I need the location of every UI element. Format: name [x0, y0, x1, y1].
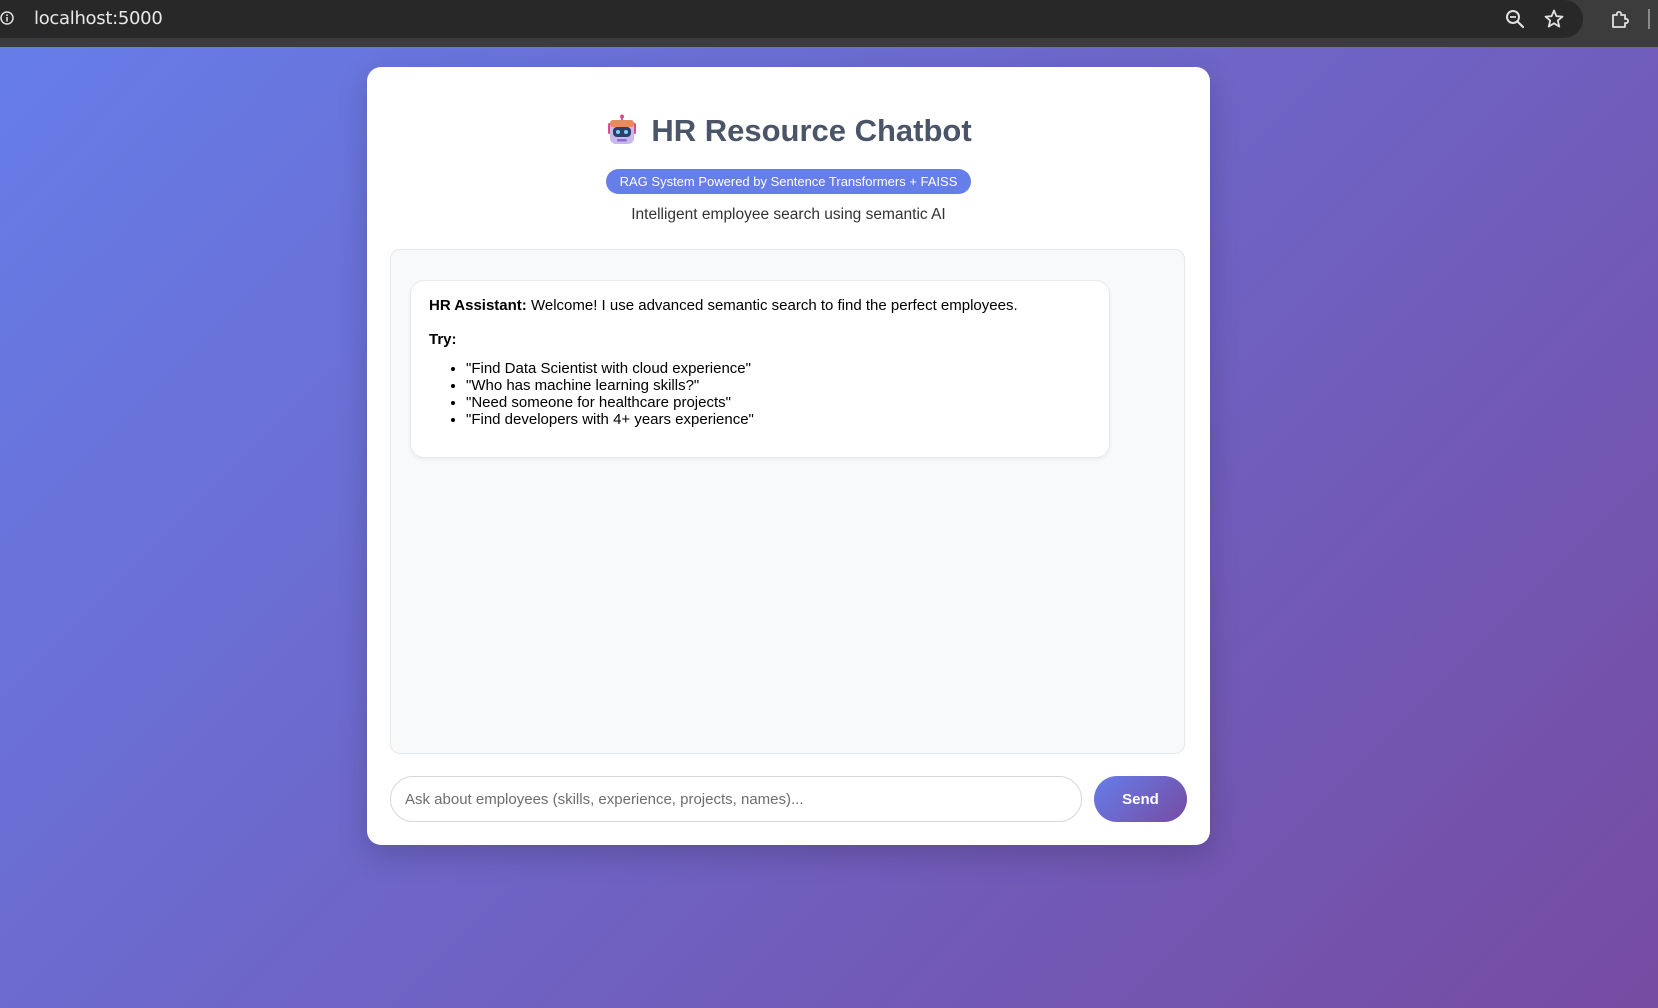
star-icon[interactable] [1543, 8, 1565, 30]
info-icon[interactable] [0, 11, 14, 25]
message-sender: HR Assistant: [429, 297, 527, 314]
chatbot-card: HR Resource Chatbot RAG System Powered b… [367, 67, 1210, 845]
suggestion-item: "Who has machine learning skills?" [466, 377, 1091, 394]
tech-badge: RAG System Powered by Sentence Transform… [605, 169, 972, 194]
suggestion-item: "Need someone for healthcare projects" [466, 394, 1091, 411]
send-button[interactable]: Send [1094, 776, 1187, 822]
suggestion-item: "Find Data Scientist with cloud experien… [466, 360, 1091, 377]
message-text: Welcome! I use advanced semantic search … [530, 297, 1018, 314]
address-bar[interactable]: localhost:5000 [0, 0, 1583, 38]
message-text-line: HR Assistant: Welcome! I use advanced se… [429, 296, 1091, 316]
message-input[interactable] [390, 776, 1082, 822]
suggestion-list: "Find Data Scientist with cloud experien… [429, 360, 1091, 428]
browser-toolbar: localhost:5000 [0, 0, 1658, 47]
subtitle: Intelligent employee search using semant… [631, 206, 946, 223]
try-label: Try: [429, 331, 457, 348]
suggestion-item: "Find developers with 4+ years experienc… [466, 411, 1091, 428]
title-row: HR Resource Chatbot [367, 109, 1210, 153]
page-title: HR Resource Chatbot [651, 113, 972, 148]
badge-wrapper: RAG System Powered by Sentence Transform… [367, 169, 1210, 194]
url-text[interactable]: localhost:5000 [34, 8, 163, 30]
chat-messages[interactable]: HR Assistant: Welcome! I use advanced se… [390, 249, 1185, 754]
bot-message: HR Assistant: Welcome! I use advanced se… [410, 280, 1110, 458]
robot-icon [608, 114, 637, 144]
zoom-icon[interactable] [1504, 8, 1526, 30]
extensions-icon[interactable] [1609, 8, 1631, 30]
toolbar-divider [1648, 9, 1650, 29]
header: HR Resource Chatbot RAG System Powered b… [367, 109, 1210, 224]
